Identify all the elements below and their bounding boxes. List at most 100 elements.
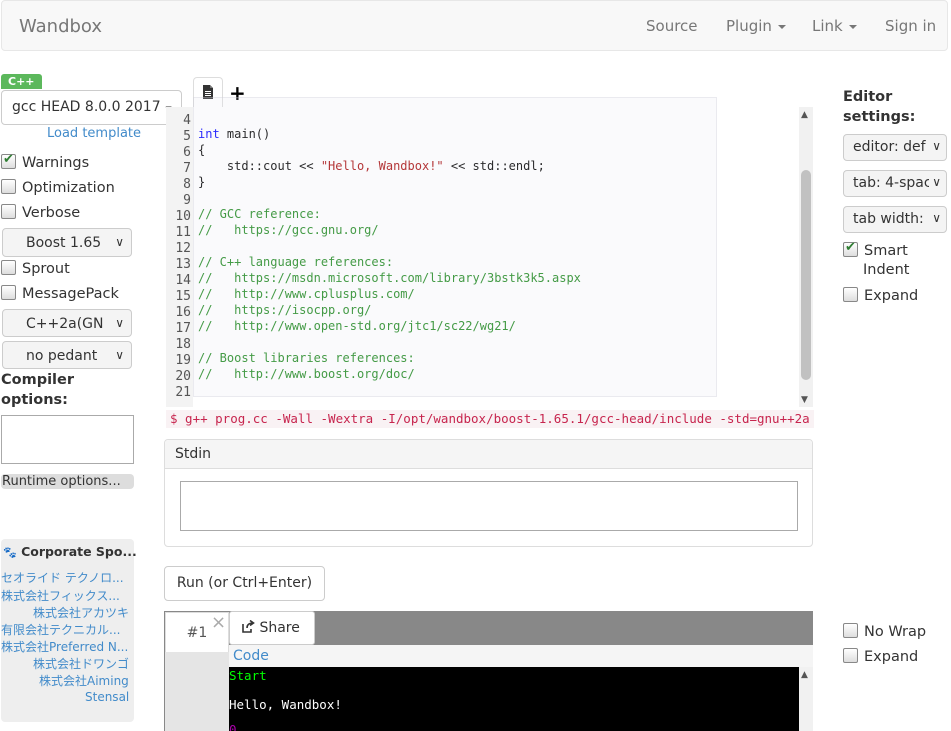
add-tab-icon[interactable]: + [229, 81, 246, 105]
expand-label: Expand [864, 288, 919, 304]
compiler-select[interactable]: gcc HEAD 8.0.0 2017 – [1, 90, 182, 125]
checkbox-icon[interactable] [1, 179, 16, 194]
nav-source[interactable]: Source [646, 17, 698, 35]
output-console: Start Hello, Wandbox! 0 [229, 667, 799, 731]
optimization-checkbox[interactable]: Optimization [1, 179, 115, 196]
warnings-label: Warnings [22, 155, 90, 171]
run-button[interactable]: Run (or Ctrl+Enter) [164, 566, 325, 601]
chevron-down-icon: ∨ [929, 139, 941, 153]
checkbox-checked-icon[interactable] [1, 152, 16, 169]
smart-indent-label-2: Indent [863, 262, 910, 278]
nav-signin[interactable]: Sign in [885, 17, 936, 35]
code-string: "Hello, Wandbox!" [320, 159, 444, 173]
code-text: std::cout << [198, 159, 321, 173]
chevron-down-icon: ∨ [929, 175, 941, 189]
tab-width-select[interactable]: tab width: ∨ [843, 206, 947, 233]
editor-scroll-thumb[interactable] [801, 170, 811, 380]
code-line: std::cout << "Hello, Wandbox!" << std::e… [198, 159, 545, 173]
code-link[interactable]: Code [229, 645, 813, 667]
code-comment: // https://msdn.microsoft.com/library/3b… [198, 271, 581, 285]
sponsor-link[interactable]: 株式会社アカツキ [33, 604, 129, 621]
language-badge: C++ [1, 74, 42, 89]
compiler-options-label: Compiler options: [1, 372, 75, 408]
compiler-select-value: gcc HEAD 8.0.0 2017 [12, 99, 161, 115]
line-number: 14 [175, 273, 191, 288]
verbose-label: Verbose [22, 205, 81, 221]
messagepack-checkbox[interactable]: MessagePack [1, 285, 119, 302]
code-comment: // http://www.open-std.org/jtc1/sc22/wg2… [198, 319, 516, 333]
stdin-input[interactable] [180, 481, 798, 531]
no-wrap-checkbox[interactable]: No Wrap [843, 623, 926, 640]
pedantic-select[interactable]: no pedant ∨ [2, 341, 132, 369]
share-icon [242, 619, 255, 633]
verbose-checkbox[interactable]: Verbose [1, 204, 80, 221]
std-select[interactable]: C++2a(GN ∨ [2, 309, 132, 337]
scroll-down-icon[interactable]: ▼ [801, 395, 808, 405]
tab-spaces-value: tab: 4-spac [853, 175, 932, 191]
nav-link[interactable]: Link [812, 17, 857, 35]
line-number: 20 [175, 369, 191, 384]
caret-down-icon [848, 24, 857, 29]
code-keyword: int [198, 127, 220, 141]
tab-spaces-select[interactable]: tab: 4-spac ∨ [843, 170, 947, 197]
checkbox-checked-icon[interactable] [843, 240, 858, 257]
sponsor-link[interactable]: 株式会社Preferred N... [1, 638, 128, 655]
boost-select[interactable]: Boost 1.65 ∨ [2, 228, 132, 257]
console-output: Hello, Wandbox! [229, 697, 342, 712]
code-line: } [198, 175, 206, 189]
console-scrollbar[interactable]: ▲ [799, 667, 813, 731]
checkbox-icon[interactable] [1, 285, 16, 300]
tab-width-value: tab width: [853, 211, 924, 227]
editor-settings-label: Editor settings: [843, 89, 916, 125]
checkbox-icon[interactable] [1, 260, 16, 275]
line-number: 10 [175, 209, 191, 224]
optimization-label: Optimization [22, 180, 115, 196]
code-comment: // https://isocpp.org/ [198, 303, 372, 317]
sponsor-link[interactable]: 株式会社Aiming [39, 672, 129, 689]
code-comment: // GCC reference: [198, 207, 321, 221]
messagepack-label: MessagePack [22, 286, 119, 302]
checkbox-icon[interactable] [1, 204, 16, 219]
line-number: 21 [175, 385, 191, 400]
caret-down-icon [777, 24, 786, 29]
expand-checkbox[interactable]: Expand [843, 287, 918, 304]
sprout-checkbox[interactable]: Sprout [1, 260, 70, 277]
brand-logo[interactable]: Wandbox [19, 16, 102, 37]
line-number: 5 [183, 129, 191, 144]
sponsor-link[interactable]: 有限会社テクニカル... [1, 621, 120, 638]
expand-output-checkbox[interactable]: Expand [843, 648, 918, 665]
share-button[interactable]: Share [229, 611, 315, 645]
checkbox-icon[interactable] [843, 648, 858, 663]
console-start: Start [229, 668, 267, 683]
file-tab[interactable] [193, 77, 223, 107]
sponsor-link[interactable]: Stensal [85, 690, 129, 704]
sponsor-link[interactable]: 株式会社フィックス... [1, 587, 120, 604]
compiler-options-input[interactable] [1, 415, 134, 464]
code-line: { [198, 143, 206, 157]
line-number: 8 [183, 177, 191, 192]
close-icon[interactable]: × [211, 612, 226, 633]
sponsor-link[interactable]: セオライド テクノロ... [1, 569, 124, 586]
boost-select-value: Boost 1.65 [26, 235, 102, 251]
code-line: int main() [198, 127, 270, 141]
stdin-panel: Stdin [164, 439, 813, 547]
checkbox-icon[interactable] [843, 287, 858, 302]
code-comment: // http://www.cplusplus.com/ [198, 287, 415, 301]
std-select-value: C++2a(GN [26, 316, 104, 332]
runtime-options-toggle[interactable]: Runtime options... [1, 474, 134, 489]
load-template-link[interactable]: Load template [47, 126, 141, 141]
scroll-up-icon[interactable]: ▲ [801, 670, 808, 680]
line-number: 15 [175, 289, 191, 304]
warnings-checkbox[interactable]: Warnings [1, 152, 90, 171]
sponsor-link[interactable]: 株式会社ドワンゴ [33, 655, 129, 672]
checkbox-icon[interactable] [843, 623, 858, 638]
line-number: 19 [175, 353, 191, 368]
editor-mode-select[interactable]: editor: def ∨ [843, 134, 947, 161]
scroll-up-icon[interactable]: ▲ [801, 110, 808, 120]
line-number: 13 [175, 257, 191, 272]
editor-mode-value: editor: def [853, 139, 926, 155]
nav-link-label: Link [812, 17, 843, 35]
nav-plugin[interactable]: Plugin [726, 17, 786, 35]
line-number: 11 [175, 225, 191, 240]
smart-indent-checkbox[interactable]: Smart [843, 240, 908, 259]
